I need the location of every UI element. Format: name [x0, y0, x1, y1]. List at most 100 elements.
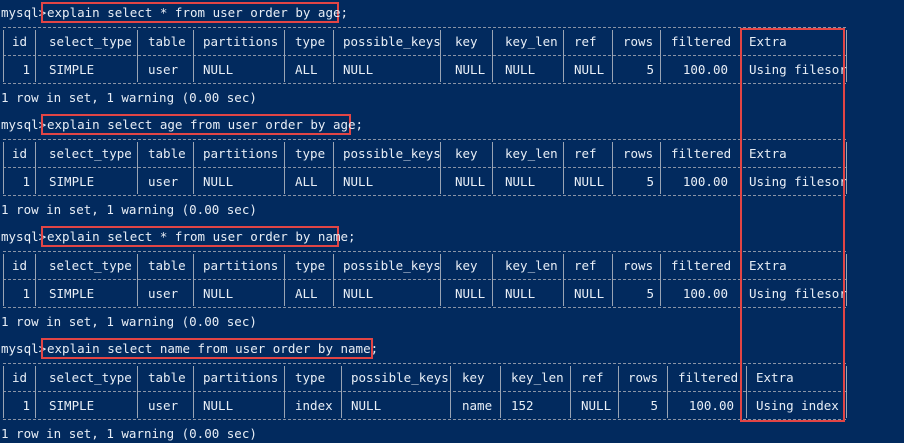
column-header-key: key [455, 258, 478, 273]
table-column-divider [341, 366, 342, 418]
table-column-divider [35, 254, 36, 306]
table-column-divider [193, 254, 194, 306]
result-cell-table: user [148, 286, 179, 301]
extra-column-highlight [740, 28, 845, 422]
table-column-divider [3, 30, 4, 82]
table-column-divider [500, 366, 501, 418]
command-text: explain select age from user order by ag… [47, 117, 364, 132]
result-cell-filtered: 100.00 [682, 174, 728, 189]
table-column-divider [35, 142, 36, 194]
column-header-partitions: partitions [203, 146, 279, 161]
result-cell-possible-keys: NULL [343, 174, 374, 189]
column-header-select-type: select_type [49, 34, 132, 49]
column-header-id: id [12, 370, 28, 385]
column-header-rows: rows [628, 370, 659, 385]
column-header-key: key [455, 34, 478, 49]
column-header-possible-keys: possible_keys [343, 146, 441, 161]
result-cell-possible-keys: NULL [351, 398, 382, 413]
column-header-key: key [462, 370, 485, 385]
table-column-divider [612, 254, 613, 306]
table-column-divider [563, 30, 564, 82]
column-header-id: id [12, 258, 28, 273]
result-summary: 1 row in set, 1 warning (0.00 sec) [1, 90, 257, 105]
result-cell-filtered: 100.00 [688, 398, 734, 413]
table-column-divider [284, 30, 285, 82]
table-column-divider [284, 254, 285, 306]
command-text: explain select name from user order by n… [47, 341, 379, 356]
column-header-id: id [12, 146, 28, 161]
column-header-rows: rows [623, 34, 654, 49]
prompt-label: mysql> [1, 229, 47, 244]
table-column-divider [570, 366, 571, 418]
column-header-filtered: filtered [678, 370, 739, 385]
table-border [3, 139, 846, 141]
column-header-select-type: select_type [49, 370, 132, 385]
prompt-label: mysql> [1, 117, 47, 132]
table-column-divider [612, 30, 613, 82]
result-cell-key-len: NULL [505, 286, 536, 301]
table-border [3, 279, 846, 281]
result-cell-key: NULL [455, 62, 486, 77]
table-column-divider [846, 366, 847, 418]
result-cell-partitions: NULL [203, 286, 234, 301]
command-text: explain select * from user order by name… [47, 229, 356, 244]
result-cell-table: user [148, 398, 179, 413]
table-column-divider [137, 30, 138, 82]
result-cell-id: 1 [22, 174, 30, 189]
result-cell-select-type: SIMPLE [49, 286, 95, 301]
table-column-divider [35, 366, 36, 418]
result-cell-ref: NULL [581, 398, 612, 413]
result-cell-id: 1 [22, 62, 30, 77]
result-cell-ref: NULL [574, 286, 605, 301]
result-cell-key-len: NULL [505, 62, 536, 77]
table-column-divider [35, 30, 36, 82]
result-cell-possible-keys: NULL [343, 286, 374, 301]
column-header-key-len: key_len [505, 34, 558, 49]
table-column-divider [492, 30, 493, 82]
column-header-type: type [295, 146, 326, 161]
table-border [3, 251, 846, 253]
result-cell-filtered: 100.00 [682, 62, 728, 77]
column-header-select-type: select_type [49, 258, 132, 273]
table-column-divider [284, 366, 285, 418]
result-cell-select-type: SIMPLE [49, 174, 95, 189]
column-header-ref: ref [574, 258, 597, 273]
result-cell-select-type: SIMPLE [49, 62, 95, 77]
result-cell-ref: NULL [574, 174, 605, 189]
result-cell-type: ALL [295, 174, 318, 189]
column-header-type: type [295, 370, 326, 385]
result-cell-key-len: 152 [511, 398, 534, 413]
table-column-divider [137, 142, 138, 194]
column-header-table: table [148, 34, 186, 49]
table-column-divider [667, 366, 668, 418]
column-header-select-type: select_type [49, 146, 132, 161]
column-header-id: id [12, 34, 28, 49]
result-cell-partitions: NULL [203, 174, 234, 189]
table-column-divider [618, 366, 619, 418]
table-column-divider [660, 254, 661, 306]
column-header-key-len: key_len [505, 146, 558, 161]
table-column-divider [333, 30, 334, 82]
column-header-key: key [455, 146, 478, 161]
result-cell-key: NULL [455, 286, 486, 301]
column-header-filtered: filtered [671, 146, 732, 161]
result-cell-table: user [148, 62, 179, 77]
result-cell-rows: 5 [646, 174, 654, 189]
result-cell-type: index [295, 398, 333, 413]
result-cell-key: NULL [455, 174, 486, 189]
column-header-possible-keys: possible_keys [343, 258, 441, 273]
table-column-divider [193, 30, 194, 82]
table-column-divider [3, 254, 4, 306]
result-cell-table: user [148, 174, 179, 189]
column-header-type: type [295, 258, 326, 273]
column-header-ref: ref [574, 146, 597, 161]
table-border [3, 27, 846, 29]
column-header-partitions: partitions [203, 34, 279, 49]
prompt-label: mysql> [1, 341, 47, 356]
column-header-table: table [148, 258, 186, 273]
column-header-partitions: partitions [203, 370, 279, 385]
column-header-filtered: filtered [671, 34, 732, 49]
column-header-ref: ref [574, 34, 597, 49]
result-cell-key: name [462, 398, 493, 413]
table-column-divider [492, 254, 493, 306]
